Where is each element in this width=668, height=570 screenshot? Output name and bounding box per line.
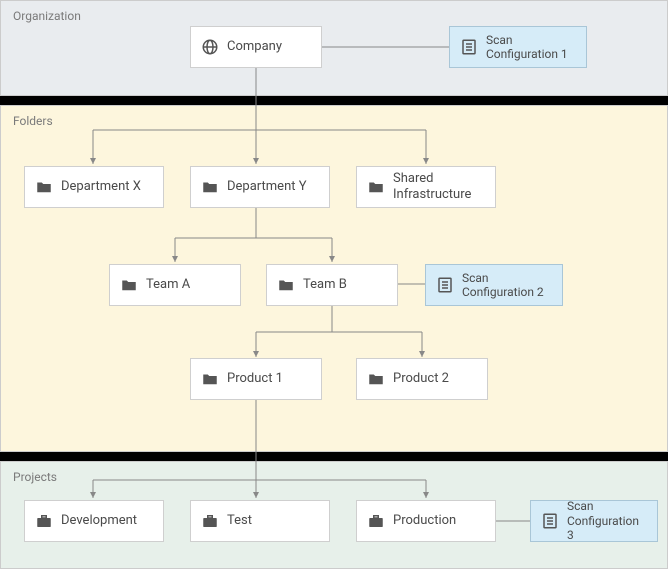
- node-label: Company: [227, 39, 282, 55]
- node-development: Development: [24, 500, 164, 542]
- node-test: Test: [190, 500, 330, 542]
- band-label-organization: Organization: [13, 9, 81, 23]
- node-shared-infra: Shared Infrastructure: [356, 166, 496, 208]
- node-label: Team A: [146, 277, 190, 293]
- node-label: Department Y: [227, 179, 307, 195]
- node-label: Team B: [303, 277, 347, 293]
- separator-2: [0, 452, 668, 461]
- node-label: Scan Configuration 2: [462, 271, 552, 300]
- node-dept-y: Department Y: [190, 166, 330, 208]
- briefcase-icon: [367, 512, 385, 530]
- node-product-2: Product 2: [356, 358, 488, 400]
- node-product-1: Product 1: [190, 358, 322, 400]
- folder-icon: [201, 370, 219, 388]
- node-label: Product 1: [227, 371, 283, 387]
- scan-icon: [436, 276, 454, 294]
- folder-icon: [277, 276, 295, 294]
- separator-1: [0, 96, 668, 105]
- folder-icon: [201, 178, 219, 196]
- folder-icon: [120, 276, 138, 294]
- node-team-a: Team A: [109, 264, 241, 306]
- briefcase-icon: [35, 512, 53, 530]
- node-scan-1: Scan Configuration 1: [449, 26, 587, 68]
- node-scan-3: Scan Configuration 3: [530, 500, 658, 542]
- hierarchy-diagram: Organization Folders Projects: [0, 0, 668, 570]
- folder-icon: [367, 370, 385, 388]
- band-label-projects: Projects: [13, 470, 57, 484]
- node-company: Company: [190, 26, 322, 68]
- folder-icon: [35, 178, 53, 196]
- node-label: Production: [393, 513, 456, 529]
- band-label-folders: Folders: [13, 114, 53, 128]
- node-label: Shared Infrastructure: [393, 171, 485, 202]
- node-label: Department X: [61, 179, 141, 195]
- scan-icon: [460, 38, 478, 56]
- folder-icon: [367, 178, 385, 196]
- node-label: Development: [61, 513, 137, 529]
- node-scan-2: Scan Configuration 2: [425, 264, 563, 306]
- briefcase-icon: [201, 512, 219, 530]
- node-production: Production: [356, 500, 496, 542]
- node-label: Product 2: [393, 371, 449, 387]
- globe-icon: [201, 38, 219, 56]
- node-label: Scan Configuration 3: [567, 499, 647, 542]
- node-label: Scan Configuration 1: [486, 33, 576, 62]
- node-team-b: Team B: [266, 264, 398, 306]
- scan-icon: [541, 512, 559, 530]
- node-label: Test: [227, 513, 252, 529]
- node-dept-x: Department X: [24, 166, 164, 208]
